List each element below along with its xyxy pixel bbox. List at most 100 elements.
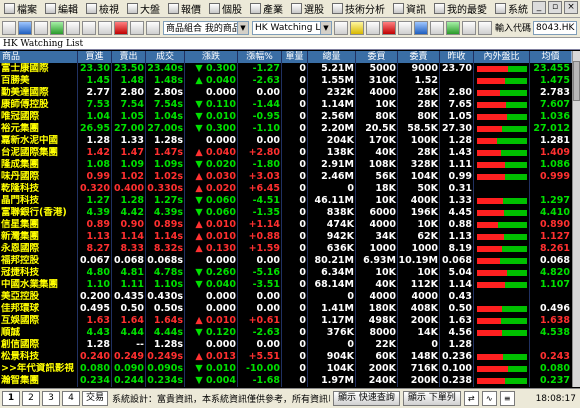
hot-icon[interactable] [382,20,396,35]
table-row[interactable]: 美亞控股 0.200 0.435 0.430s 0.000 0.00 0 0 4000 4000 0… [0,291,572,303]
menu-item-5[interactable]: 個股 [205,0,246,17]
refresh-icon[interactable] [334,20,348,35]
news-small-icon[interactable]: ≡ [499,391,515,406]
column-header[interactable]: 總量 [308,51,356,63]
new-icon[interactable] [2,20,16,35]
table-row[interactable]: 晶門科技 1.27 1.28 1.27s ▼ 0.060 -4.51 0 46.11M 10K 4… [0,195,572,207]
open-icon[interactable] [18,20,32,35]
column-header[interactable]: 委賣 [398,51,440,63]
menu-item-8[interactable]: 技術分析 [328,0,389,17]
menu-item-9[interactable]: 資訊 [389,0,430,17]
sheet-tab-3[interactable]: 3 [42,391,60,406]
menu-item-3[interactable]: 大盤 [123,0,164,17]
column-header[interactable]: 買進 [78,51,112,63]
table-row[interactable]: 隆成集團 1.08 1.09 1.09s ▼ 0.020 -1.80 0 2.91M 108K 3… [0,159,572,171]
tech-chart-icon[interactable] [414,20,428,35]
column-header[interactable]: 漲跌 [185,51,238,63]
sheet-tab-2[interactable]: 2 [22,391,40,406]
table-row[interactable]: 味丹國際 0.99 1.02 1.02s ▲ 0.030 +3.03 0 2.46M 56K 10… [0,171,572,183]
list-icon[interactable] [82,20,96,35]
column-header[interactable]: 商品 [0,51,78,63]
table-row[interactable]: 百勝美 1.45 1.48 1.48s ▲ 0.040 -2.63 0 1.55M 310K 1.… [0,75,572,87]
cell-vol: 1.55M [321,75,354,86]
scrollbar-thumb[interactable] [573,61,580,101]
table-row[interactable]: 唯冠國際 1.04 1.05 1.04s ▼ 0.010 -0.95 0 2.56M 80K 80… [0,111,572,123]
cell-aq: 10K [417,267,438,278]
column-header[interactable]: 成交 [146,51,185,63]
news-icon[interactable] [398,20,412,35]
table-row[interactable]: 瀚智集團 0.234 0.244 0.234s ▼ 0.004 -1.68 0 1.97M 24… [0,375,572,387]
column-header[interactable]: 委買 [356,51,398,63]
table-row[interactable]: 松景科技 0.240 0.249 0.249s ▲ 0.013 +5.51 0 904K 60K… [0,351,572,363]
table-row[interactable]: 嘉新水泥中國 1.28 1.33 1.28s 0.000 0.00 0 204K 170K 100… [0,135,572,147]
table-row[interactable]: >>年代資訊影視 0.080 0.090 0.090s ▼ 0.010 -10.00 0 10… [0,363,572,375]
table-row[interactable]: 互娛國際 1.63 1.64 1.64s ▲ 0.010 +0.61 0 1.17M 498K 2… [0,315,572,327]
table-row[interactable]: 勤美達國際 2.77 2.80 2.80s 0.000 0.00 0 232K 4000 28K 2… [0,87,572,99]
sheet-tab-1[interactable]: 1 [2,391,20,406]
menu-item-6[interactable]: 產業 [246,0,287,17]
view-combo[interactable]: HK Watching List ▼ [252,20,332,35]
minimize-button[interactable]: _ [532,1,546,14]
cell-aq: 200K [410,315,438,326]
quote-icon[interactable] [430,20,444,35]
trade-tab[interactable]: 交易 [82,391,109,406]
table-row[interactable]: 佳邦環球 0.495 0.50 0.50s 0.000 0.00 0 1.41M 180K 408… [0,303,572,315]
code-input[interactable]: 8043.HK [533,20,578,35]
cell-last: 0.89s [153,219,183,230]
portfolio-combo[interactable]: 商品組合 我的商品組合 ▼ [163,20,249,35]
table-row[interactable]: 福邦控股 0.067 0.068 0.068s 0.000 0.00 0 80.21M 6.93… [0,255,572,267]
chart-small-icon[interactable]: ∿ [481,391,497,406]
table-row[interactable]: 中國水業集團 1.10 1.11 1.10s ▼ 0.040 -3.51 0 68.14M 40… [0,279,572,291]
grid-icon[interactable] [66,20,80,35]
print-icon[interactable] [50,20,64,35]
menu-item-0[interactable]: 檔案 [0,0,41,17]
table-row[interactable]: 創信國際 1.28 -- 1.28s 0.000 0.00 0 0 22K 0 1.28 [0,339,572,351]
column-header[interactable]: 賣出 [112,51,146,63]
table-row[interactable]: 順誠 4.43 4.44 4.44s ▼ 0.120 -2.63 0 376K 8000 14K 4… [0,327,572,339]
restore-button[interactable]: ▫ [548,1,562,14]
column-header[interactable]: 漲幅% [238,51,282,63]
table-row[interactable]: 永恩國際 8.27 8.33 8.32s ▲ 0.130 +1.59 0 636K 1000 10… [0,243,572,255]
table-row[interactable]: 信星集團 0.89 0.90 0.89s ▲ 0.010 +1.14 0 474K 4000 10… [0,219,572,231]
cell-ask: 2.80 [120,87,144,98]
menu-item-1[interactable]: 編輯 [41,0,82,17]
help-icon[interactable] [478,20,492,35]
alert-icon[interactable] [350,20,364,35]
chart-icon[interactable] [114,20,128,35]
chevron-down-icon[interactable]: ▼ [320,21,331,34]
table-row[interactable]: 康師傅控股 7.53 7.54 7.54s ▼ 0.110 -1.44 0 1.14M 10K 2… [0,99,572,111]
column-header[interactable]: 內外盤比 [474,51,530,63]
table-row[interactable]: 裕元集團 26.95 27.00 27.00s ▼ 0.300 -1.10 0 2.20M 20… [0,123,572,135]
sheet-tab-4[interactable]: 4 [62,391,80,406]
table-icon[interactable] [98,20,112,35]
cell-pct: 0.00 [256,255,280,266]
ratio-bar-sell [477,318,527,324]
order-bar-button[interactable]: 顯示 下單列 [402,391,461,406]
menu-item-7[interactable]: 選股 [287,0,328,17]
menu-item-10[interactable]: 我的最愛 [430,0,491,17]
column-header[interactable]: 昨收 [440,51,474,63]
layout-icon[interactable] [146,20,160,35]
column-header[interactable]: 均價 [530,51,572,63]
settings-icon[interactable] [462,20,476,35]
table-row[interactable]: 台泥國際集團 1.42 1.47 1.47s ▲ 0.040 +2.80 0 138K 40K 2… [0,147,572,159]
window-icon[interactable] [130,20,144,35]
cell-bid: 0.495 [79,303,110,314]
menu-item-11[interactable]: 系統 [491,0,532,17]
column-header[interactable]: 單量 [282,51,308,63]
quick-search-button[interactable]: 顯示 快速查詢 [333,391,400,406]
table-row[interactable]: 乾隆科技 0.320 0.400 0.330s ▲ 0.020 +6.45 0 0 18K 50K… [0,183,572,195]
vertical-scrollbar[interactable] [572,51,580,387]
chevron-down-icon[interactable]: ▼ [237,21,248,34]
cell-name: 味丹國際 [1,171,40,182]
table-row[interactable]: 富士康國際 23.30 23.50 23.40s ▼ 0.300 -1.27 0 5.21M 5… [0,63,572,75]
close-button[interactable]: × [564,1,578,14]
menu-item-4[interactable]: 報價 [164,0,205,17]
table-row[interactable]: 富聯銀行(香港) 4.39 4.42 4.39s ▼ 0.060 -1.35 0 838K 60… [0,207,572,219]
save-icon[interactable] [34,20,48,35]
table-row[interactable]: 新灣集團 1.13 1.14 1.14s ▲ 0.010 +0.88 0 942K 34K 62K… [0,231,572,243]
calc-icon[interactable] [366,20,380,35]
trade-icon[interactable] [446,20,460,35]
table-row[interactable]: 冠捷科技 4.80 4.81 4.78s ▼ 0.260 -5.16 0 6.34M 10K 10… [0,267,572,279]
menu-item-2[interactable]: 檢視 [82,0,123,17]
